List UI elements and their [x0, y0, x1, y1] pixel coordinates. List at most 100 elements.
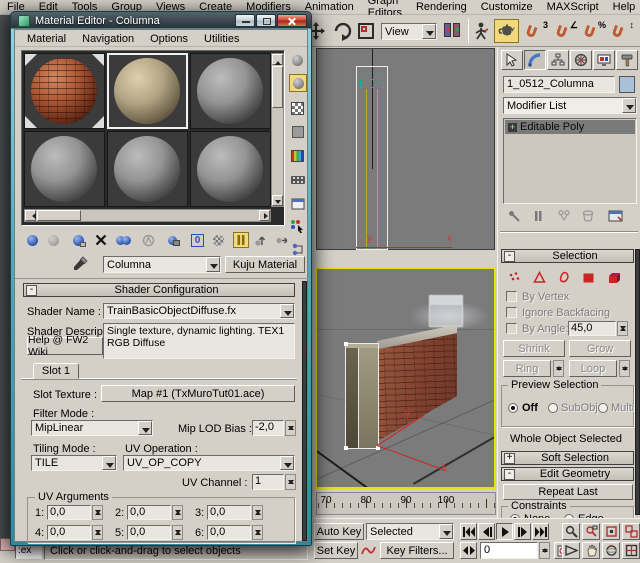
make-unique-icon[interactable]: [555, 208, 572, 224]
uv-arg-2-field[interactable]: 0,0: [127, 505, 171, 520]
object-color-swatch[interactable]: [619, 76, 635, 93]
repeat-last-button[interactable]: Repeat Last: [503, 484, 633, 500]
get-material-icon[interactable]: [24, 232, 41, 248]
material-slot-5[interactable]: [107, 131, 188, 207]
ring-button[interactable]: Ring: [503, 360, 551, 377]
current-frame-field[interactable]: 0: [480, 542, 538, 559]
uv-arg-4-field[interactable]: 0,0: [47, 525, 91, 540]
schematic-view-icon[interactable]: [472, 21, 490, 41]
menu-item-maxscript[interactable]: MAXScript: [540, 1, 606, 13]
chevron-down-icon[interactable]: [206, 257, 220, 272]
uv-arg-4-spinner[interactable]: [92, 525, 103, 540]
expand-icon[interactable]: +: [504, 453, 515, 464]
chevron-down-icon[interactable]: [280, 456, 294, 470]
render-teapot-icon[interactable]: [494, 19, 519, 43]
go-forward-to-sibling-icon[interactable]: [273, 232, 290, 248]
viewport-perspective[interactable]: x y: [315, 267, 496, 489]
by-angle-field[interactable]: 45,0: [568, 321, 616, 336]
make-material-copy-icon[interactable]: [115, 232, 132, 248]
selection-set-dropdown[interactable]: Selected: [366, 523, 454, 540]
backlight-icon[interactable]: [289, 74, 307, 92]
scroll-down-icon[interactable]: [272, 195, 283, 206]
shader-name-dropdown[interactable]: TrainBasicObjectDiffuse.fx: [103, 303, 295, 319]
create-tab[interactable]: [501, 50, 523, 70]
remove-modifier-icon[interactable]: [579, 208, 596, 224]
uv-arg-2-spinner[interactable]: [172, 505, 183, 520]
by-vertex-checkbox[interactable]: [506, 291, 517, 302]
viewport-front[interactable]: y x: [316, 48, 495, 250]
shrink-button[interactable]: Shrink: [503, 340, 565, 357]
uv-arg-6-field[interactable]: 0,0: [207, 525, 251, 540]
menu-item-help[interactable]: Help: [606, 1, 640, 13]
material-name-dropdown[interactable]: Columna: [103, 256, 221, 273]
scroll-left-icon[interactable]: [25, 210, 36, 221]
preview-subobj-radio[interactable]: [548, 403, 558, 413]
modifier-list-dropdown[interactable]: Modifier List: [503, 97, 637, 114]
utilities-tab[interactable]: [616, 50, 638, 70]
slots-vertical-scrollbar[interactable]: [271, 53, 284, 207]
uv-arg-3-spinner[interactable]: [252, 505, 263, 520]
loop-button[interactable]: Loop: [569, 360, 617, 377]
set-key-button[interactable]: Set Key: [314, 542, 358, 559]
material-class-button[interactable]: Kuju Material: [225, 256, 305, 273]
edge-subobject-icon[interactable]: [531, 269, 548, 285]
snap-toggle-icon[interactable]: 3: [524, 20, 548, 42]
scroll-thumb[interactable]: [37, 210, 81, 221]
slot-1-tab[interactable]: Slot 1: [33, 363, 79, 379]
percent-snap-icon[interactable]: %: [582, 20, 606, 42]
zoom-icon[interactable]: [562, 523, 580, 540]
uv-arg-1-spinner[interactable]: [92, 505, 103, 520]
collapse-icon[interactable]: -: [504, 251, 515, 262]
material-editor-options-icon[interactable]: [289, 196, 306, 212]
ring-spinner[interactable]: [553, 360, 564, 377]
element-subobject-icon[interactable]: [605, 269, 622, 285]
preview-multi-radio[interactable]: [598, 403, 608, 413]
shader-configuration-rollout-header[interactable]: - Shader Configuration: [23, 283, 295, 297]
vertex-subobject-icon[interactable]: [506, 269, 523, 285]
show-map-in-viewport-icon[interactable]: [210, 232, 227, 248]
chevron-down-icon[interactable]: [280, 304, 294, 318]
menu-item-utilities[interactable]: Utilities: [196, 33, 247, 45]
assign-material-to-selection-icon[interactable]: [70, 232, 87, 248]
slot-texture-button[interactable]: Map #1 (TxMuroTut01.ace): [101, 385, 295, 402]
collapse-icon[interactable]: -: [504, 469, 515, 480]
material-slot-2-selected[interactable]: [107, 53, 188, 129]
column-object[interactable]: [345, 343, 379, 449]
zoom-extents-icon[interactable]: [602, 523, 620, 540]
chevron-down-icon[interactable]: [102, 456, 116, 470]
selection-rollout-header[interactable]: - Selection: [501, 249, 634, 263]
key-mode-toggle[interactable]: [460, 542, 477, 559]
object-name-field[interactable]: 1_0512_Columna: [503, 76, 615, 93]
menu-item-customize[interactable]: Customize: [474, 1, 540, 13]
loop-spinner[interactable]: [619, 360, 630, 377]
scroll-right-icon[interactable]: [259, 210, 270, 221]
uv-channel-field[interactable]: 1: [252, 474, 284, 490]
field-of-view-icon[interactable]: [562, 542, 580, 559]
border-subobject-icon[interactable]: [555, 269, 572, 285]
put-material-to-scene-icon[interactable]: [45, 232, 62, 248]
background-icon[interactable]: [289, 100, 306, 116]
minimize-button[interactable]: [235, 14, 255, 27]
chevron-down-icon[interactable]: [439, 524, 453, 539]
chevron-down-icon[interactable]: [422, 24, 436, 39]
material-slot-6[interactable]: [190, 131, 271, 207]
angle-snap-icon[interactable]: ∠: [554, 20, 578, 42]
stack-item-editable-poly[interactable]: + Editable Poly: [505, 120, 635, 134]
arc-rotate-icon[interactable]: [602, 542, 620, 559]
put-to-library-icon[interactable]: [164, 232, 181, 248]
uv-arg-5-field[interactable]: 0,0: [127, 525, 171, 540]
material-slot-1[interactable]: [24, 53, 105, 129]
reset-map-icon[interactable]: [92, 232, 109, 248]
ignore-backfacing-checkbox[interactable]: [506, 307, 517, 318]
uv-arg-3-field[interactable]: 0,0: [207, 505, 251, 520]
params-scrollbar[interactable]: [302, 281, 307, 541]
filter-mode-dropdown[interactable]: MipLinear: [31, 420, 153, 436]
frame-spinner[interactable]: [539, 542, 550, 559]
mip-lod-bias-field[interactable]: -2,0: [252, 420, 284, 436]
uv-arg-5-spinner[interactable]: [172, 525, 183, 540]
go-to-start-button[interactable]: [460, 523, 477, 540]
spinner-snap-icon[interactable]: ↕: [610, 20, 634, 42]
motion-tab[interactable]: [570, 50, 592, 70]
next-frame-button[interactable]: [514, 523, 531, 540]
menu-item-options[interactable]: Options: [142, 33, 196, 45]
